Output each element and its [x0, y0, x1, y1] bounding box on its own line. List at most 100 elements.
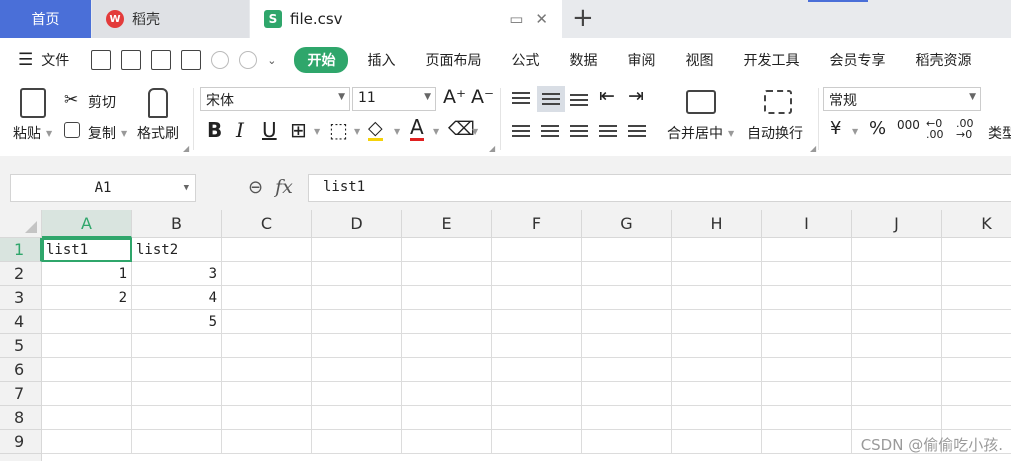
name-box[interactable]: A1 ▼	[10, 174, 196, 202]
cell-j7[interactable]	[852, 382, 942, 406]
cell-e2[interactable]	[402, 262, 492, 286]
cell-j6[interactable]	[852, 358, 942, 382]
row-header-partial[interactable]	[0, 454, 42, 461]
cell-k6[interactable]	[942, 358, 1011, 382]
thousands-separator-button[interactable]: 000	[897, 118, 920, 132]
eraser-icon[interactable]: ⌫	[448, 118, 475, 140]
wrap-text-button[interactable]: 自动换行	[747, 123, 803, 143]
cell-a3[interactable]: 2	[42, 286, 132, 310]
cell-d2[interactable]	[312, 262, 402, 286]
tab-home[interactable]: 首页	[0, 0, 91, 38]
tab-file-csv[interactable]: S file.csv ▭ ✕	[250, 0, 562, 38]
cell-a2[interactable]: 1	[42, 262, 132, 286]
ribbon-tab-3[interactable]: 公式	[496, 50, 554, 70]
row-header-4[interactable]: 4	[0, 310, 42, 334]
cell-f5[interactable]	[492, 334, 582, 358]
chevron-down-icon[interactable]: ▼	[121, 129, 127, 138]
cell-j3[interactable]	[852, 286, 942, 310]
row-header-1[interactable]: 1	[0, 238, 42, 262]
select-all-button[interactable]	[0, 210, 42, 238]
zoom-search-icon[interactable]: ⊖	[248, 177, 263, 198]
formula-input[interactable]: list1	[308, 174, 1011, 202]
cell-b2[interactable]: 3	[132, 262, 222, 286]
decrease-indent-icon[interactable]: ⇤	[599, 85, 615, 107]
row-header-6[interactable]: 6	[0, 358, 42, 382]
column-header-h[interactable]: H	[672, 210, 762, 238]
cell-h4[interactable]	[672, 310, 762, 334]
underline-button[interactable]: U	[262, 118, 277, 142]
cell-d7[interactable]	[312, 382, 402, 406]
column-header-a[interactable]: A	[42, 210, 132, 238]
cell-a1[interactable]: list1	[42, 238, 132, 262]
chevron-down-icon[interactable]: ▼	[852, 127, 858, 136]
row-header-3[interactable]: 3	[0, 286, 42, 310]
cell-e7[interactable]	[402, 382, 492, 406]
cell-h9[interactable]	[672, 430, 762, 454]
cell-d1[interactable]	[312, 238, 402, 262]
cell-g3[interactable]	[582, 286, 672, 310]
cell-e3[interactable]	[402, 286, 492, 310]
cell-e5[interactable]	[402, 334, 492, 358]
font-dialog-launcher[interactable]: ◢	[489, 144, 495, 153]
cell-k4[interactable]	[942, 310, 1011, 334]
clipboard-dialog-launcher[interactable]: ◢	[183, 144, 189, 153]
type-conversion-button[interactable]: 类型	[988, 123, 1011, 143]
cell-c8[interactable]	[222, 406, 312, 430]
cell-a4[interactable]	[42, 310, 132, 334]
row-header-5[interactable]: 5	[0, 334, 42, 358]
cell-a9[interactable]	[42, 430, 132, 454]
chevron-down-icon[interactable]: ▼	[354, 127, 360, 136]
column-header-i[interactable]: I	[762, 210, 852, 238]
merge-cells-icon[interactable]	[686, 90, 716, 114]
cell-f4[interactable]	[492, 310, 582, 334]
bold-button[interactable]: B	[207, 118, 222, 142]
cell-h3[interactable]	[672, 286, 762, 310]
align-middle-button[interactable]	[537, 86, 565, 112]
justify-button[interactable]	[595, 118, 621, 144]
cell-b8[interactable]	[132, 406, 222, 430]
cell-k1[interactable]	[942, 238, 1011, 262]
ribbon-tab-6[interactable]: 视图	[670, 50, 728, 70]
cell-i1[interactable]	[762, 238, 852, 262]
paste-button[interactable]: 粘贴	[13, 123, 41, 143]
cell-a5[interactable]	[42, 334, 132, 358]
file-menu-button[interactable]: ☰ 文件	[18, 50, 69, 70]
redo-icon[interactable]	[239, 51, 258, 69]
cell-d8[interactable]	[312, 406, 402, 430]
cell-i9[interactable]	[762, 430, 852, 454]
ribbon-tab-4[interactable]: 数据	[554, 50, 612, 70]
cell-g2[interactable]	[582, 262, 672, 286]
format-painter-button[interactable]: 格式刷	[137, 123, 179, 143]
column-header-e[interactable]: E	[402, 210, 492, 238]
cell-b9[interactable]	[132, 430, 222, 454]
fill-color-icon[interactable]: ◇	[368, 118, 383, 141]
paste-icon[interactable]	[20, 88, 46, 118]
cell-d9[interactable]	[312, 430, 402, 454]
alignment-dialog-launcher[interactable]: ◢	[810, 144, 816, 153]
currency-button[interactable]: ¥	[830, 118, 841, 139]
cell-f6[interactable]	[492, 358, 582, 382]
italic-button[interactable]: I	[236, 118, 244, 142]
cell-a6[interactable]	[42, 358, 132, 382]
cell-c4[interactable]	[222, 310, 312, 334]
ribbon-tab-1[interactable]: 插入	[352, 50, 410, 70]
cell-f1[interactable]	[492, 238, 582, 262]
copy-icon[interactable]	[64, 122, 80, 138]
cell-e9[interactable]	[402, 430, 492, 454]
chevron-down-icon[interactable]: ▼	[314, 127, 320, 136]
cell-h5[interactable]	[672, 334, 762, 358]
decrease-decimal-button[interactable]: .00 →0	[956, 118, 974, 140]
cell-g8[interactable]	[582, 406, 672, 430]
cell-g1[interactable]	[582, 238, 672, 262]
column-header-c[interactable]: C	[222, 210, 312, 238]
increase-indent-icon[interactable]: ⇥	[628, 85, 644, 107]
cell-b4[interactable]: 5	[132, 310, 222, 334]
cell-d3[interactable]	[312, 286, 402, 310]
copy-button[interactable]: 复制	[88, 123, 116, 143]
ribbon-tab-7[interactable]: 开发工具	[728, 50, 814, 70]
distributed-align-button[interactable]	[624, 118, 650, 144]
percent-button[interactable]: %	[869, 118, 886, 139]
row-header-7[interactable]: 7	[0, 382, 42, 406]
save-icon[interactable]	[91, 50, 112, 70]
chevron-down-icon[interactable]: ⌄	[267, 54, 276, 67]
